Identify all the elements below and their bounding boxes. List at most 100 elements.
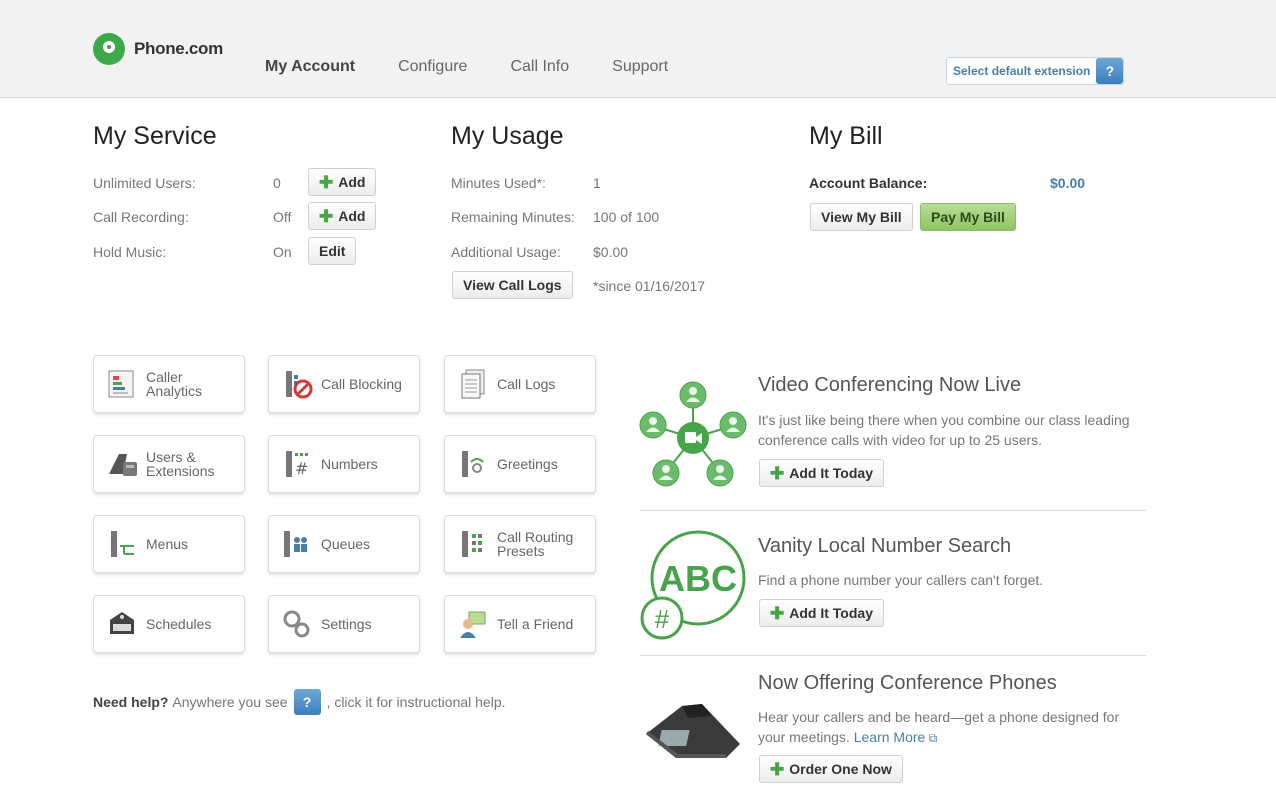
add-it-today-label: Add It Today xyxy=(789,465,873,481)
tile-schedules[interactable]: Schedules xyxy=(93,595,245,653)
call-recording-value: Off xyxy=(273,209,292,225)
add-it-today-label: Add It Today xyxy=(789,605,873,621)
add-call-recording-button[interactable]: ✚ Add xyxy=(308,202,377,230)
add-users-button[interactable]: ✚ Add xyxy=(308,168,377,196)
my-usage-title: My Usage xyxy=(451,122,564,150)
menus-icon xyxy=(104,526,140,562)
tile-greetings[interactable]: Greetings xyxy=(444,435,596,493)
nav-call-info[interactable]: Call Info xyxy=(510,58,569,76)
tile-settings[interactable]: Settings xyxy=(268,595,420,653)
tile-label: Caller Analytics xyxy=(146,369,203,399)
tile-label: Call Blocking xyxy=(321,376,402,392)
my-service-title: My Service xyxy=(93,122,217,150)
account-balance-label: Account Balance: xyxy=(809,175,928,191)
add-call-recording-label: Add xyxy=(338,208,366,224)
help-icon[interactable]: ? xyxy=(1096,58,1124,84)
plus-icon: ✚ xyxy=(319,172,334,192)
settings-icon xyxy=(279,606,315,642)
tile-numbers[interactable]: # Numbers xyxy=(268,435,420,493)
promo-divider xyxy=(640,655,1146,656)
usage-since-note: *since 01/16/2017 xyxy=(593,278,706,294)
help-text: Need help? Anywhere you see ? , click it… xyxy=(93,689,506,715)
call-logs-icon xyxy=(455,366,491,402)
promo-vanity-desc: Find a phone number your callers can't f… xyxy=(758,572,1044,588)
vanity-number-icon: ABC # xyxy=(640,530,746,640)
tile-label: Menus xyxy=(146,536,189,552)
plus-icon: ✚ xyxy=(770,463,785,483)
help-icon[interactable]: ? xyxy=(293,689,321,715)
tile-label: Tell a Friend xyxy=(497,616,574,632)
hold-music-label: Hold Music: xyxy=(93,244,167,260)
call-routing-icon xyxy=(455,526,491,562)
greetings-icon xyxy=(455,446,491,482)
tile-users-extensions[interactable]: Users & Extensions xyxy=(93,435,245,493)
main-nav: My Account Configure Call Info Support xyxy=(265,58,711,76)
schedules-icon xyxy=(104,606,140,642)
plus-icon: ✚ xyxy=(770,759,785,779)
plus-icon: ✚ xyxy=(319,206,334,226)
tile-label: Call Routing Presets xyxy=(497,529,574,559)
promo-phones-title: Now Offering Conference Phones xyxy=(758,672,1057,694)
logo-text: Phone.com xyxy=(134,39,223,58)
add-vanity-number-button[interactable]: ✚ Add It Today xyxy=(759,599,884,627)
vanity-hash-text: # xyxy=(655,604,670,634)
call-recording-label: Call Recording: xyxy=(93,209,189,225)
nav-my-account[interactable]: My Account xyxy=(265,58,355,76)
video-conferencing-icon xyxy=(639,381,747,487)
vanity-abc-text: ABC xyxy=(659,558,737,599)
default-extension-label: Select default extension xyxy=(953,64,1091,78)
hold-music-value: On xyxy=(273,244,292,260)
add-users-label: Add xyxy=(338,174,366,190)
tile-label: Greetings xyxy=(497,456,558,472)
svg-text:#: # xyxy=(295,459,308,478)
conference-phone-icon xyxy=(646,704,740,758)
order-one-now-label: Order One Now xyxy=(789,761,892,777)
users-extensions-icon xyxy=(104,446,140,482)
call-blocking-icon xyxy=(279,366,315,402)
location-pin-icon xyxy=(93,33,125,65)
order-conference-phone-button[interactable]: ✚ Order One Now xyxy=(759,755,903,783)
tile-queues[interactable]: Queues xyxy=(268,515,420,573)
tell-a-friend-icon xyxy=(455,606,491,642)
remaining-minutes-value: 100 of 100 xyxy=(593,209,660,225)
nav-support[interactable]: Support xyxy=(612,58,668,76)
unlimited-users-label: Unlimited Users: xyxy=(93,175,196,191)
my-bill-title: My Bill xyxy=(809,122,883,150)
tile-call-routing-presets[interactable]: Call Routing Presets xyxy=(444,515,596,573)
tile-label: Numbers xyxy=(321,456,378,472)
plus-icon: ✚ xyxy=(770,603,785,623)
header: Phone.com My Account Configure Call Info… xyxy=(0,0,1276,98)
tile-call-blocking[interactable]: Call Blocking xyxy=(268,355,420,413)
default-extension-select[interactable]: Select default extension ? xyxy=(946,57,1125,85)
tile-call-logs[interactable]: Call Logs xyxy=(444,355,596,413)
view-call-logs-button[interactable]: View Call Logs xyxy=(452,271,573,299)
tile-label: Users & Extensions xyxy=(146,449,215,479)
tile-tell-a-friend[interactable]: Tell a Friend xyxy=(444,595,596,653)
remaining-minutes-label: Remaining Minutes: xyxy=(451,209,575,225)
pay-my-bill-button[interactable]: Pay My Bill xyxy=(920,203,1016,231)
account-balance-value: $0.00 xyxy=(1050,175,1086,191)
unlimited-users-value: 0 xyxy=(273,175,281,191)
promo-vanity-title: Vanity Local Number Search xyxy=(758,535,1012,557)
promo-video-title: Video Conferencing Now Live xyxy=(758,374,1022,396)
logo[interactable]: Phone.com xyxy=(93,33,223,65)
add-video-conferencing-button[interactable]: ✚ Add It Today xyxy=(759,459,884,487)
numbers-icon: # xyxy=(279,446,315,482)
tile-label: Call Logs xyxy=(497,376,556,392)
tile-label: Schedules xyxy=(146,616,212,632)
promo-phones-desc: Hear your callers and be heard—get a pho… xyxy=(758,707,1148,748)
tile-label: Queues xyxy=(321,536,371,552)
additional-usage-value: $0.00 xyxy=(593,244,629,260)
external-link-icon: ⧉ xyxy=(925,731,938,745)
view-my-bill-button[interactable]: View My Bill xyxy=(810,203,913,231)
edit-hold-music-button[interactable]: Edit xyxy=(308,237,357,265)
nav-configure[interactable]: Configure xyxy=(398,58,467,76)
tile-caller-analytics[interactable]: Caller Analytics xyxy=(93,355,245,413)
tile-label: Settings xyxy=(321,616,372,632)
promo-video-desc: It's just like being there when you comb… xyxy=(758,412,1130,448)
learn-more-link[interactable]: Learn More xyxy=(854,729,926,745)
tile-menus[interactable]: Menus xyxy=(93,515,245,573)
queues-icon xyxy=(279,526,315,562)
help-text-before: Anywhere you see xyxy=(172,694,288,710)
minutes-used-label: Minutes Used*: xyxy=(451,175,546,191)
